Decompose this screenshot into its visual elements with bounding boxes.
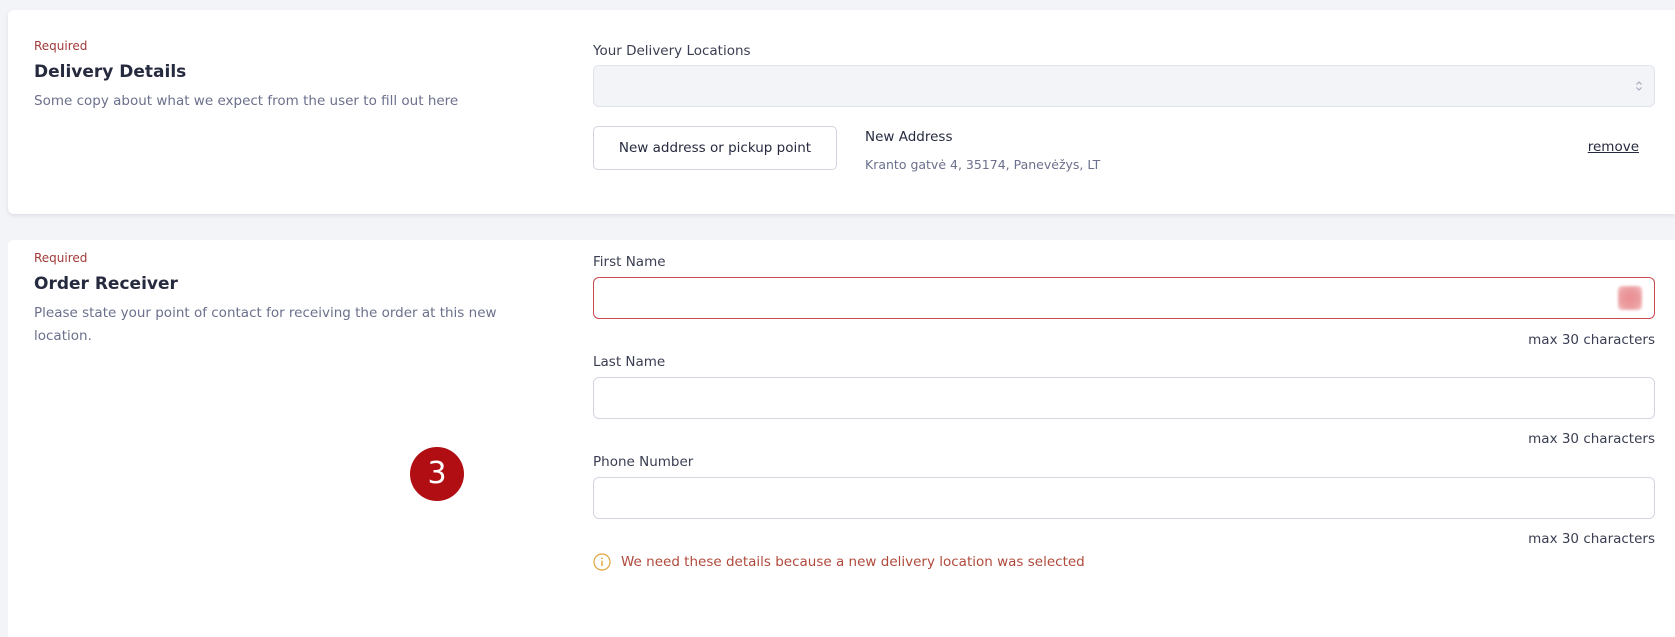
autofill-icon[interactable] [1618, 286, 1642, 310]
first-name-label: First Name [593, 254, 666, 270]
step-number-badge: 3 [410, 447, 464, 501]
new-address-button[interactable]: New address or pickup point [593, 126, 837, 170]
delivery-details-form: Your Delivery Locations New address or p… [593, 10, 1655, 214]
section-description: Some copy about what we expect from the … [34, 93, 459, 109]
new-location-notice: We need these details because a new deli… [593, 553, 1085, 571]
delivery-details-card: Required Delivery Details Some copy abou… [8, 10, 1675, 214]
last-name-hint: max 30 characters [1528, 431, 1655, 447]
order-receiver-card: Required Order Receiver Please state you… [8, 240, 1675, 637]
section-description: Please state your point of contact for r… [34, 305, 497, 344]
checkout-page: Required Delivery Details Some copy abou… [0, 0, 1675, 637]
order-receiver-intro: Required Order Receiver Please state you… [34, 251, 534, 348]
selected-address-line: Kranto gatvė 4, 35174, Panevėžys, LT [865, 157, 1101, 172]
last-name-input[interactable] [593, 377, 1655, 419]
info-circle-icon [593, 553, 611, 571]
last-name-label: Last Name [593, 354, 666, 370]
chevron-up-down-icon [1636, 81, 1642, 91]
phone-number-label: Phone Number [593, 454, 694, 470]
first-name-input[interactable] [593, 277, 1655, 319]
delivery-locations-label: Your Delivery Locations [593, 43, 751, 59]
phone-number-input[interactable] [593, 477, 1655, 519]
section-title: Order Receiver [34, 274, 178, 294]
selected-address-title: New Address [865, 129, 953, 145]
delivery-locations-select[interactable] [593, 65, 1655, 107]
remove-address-link[interactable]: remove [1588, 138, 1639, 156]
required-label: Required [34, 251, 88, 265]
required-label: Required [34, 39, 88, 53]
delivery-details-intro: Required Delivery Details Some copy abou… [34, 39, 534, 113]
section-title: Delivery Details [34, 62, 187, 82]
phone-number-hint: max 30 characters [1528, 531, 1655, 547]
notice-text: We need these details because a new deli… [621, 554, 1085, 570]
first-name-hint: max 30 characters [1528, 332, 1655, 348]
order-receiver-form: First Name max 30 characters Last Name m… [593, 240, 1655, 637]
